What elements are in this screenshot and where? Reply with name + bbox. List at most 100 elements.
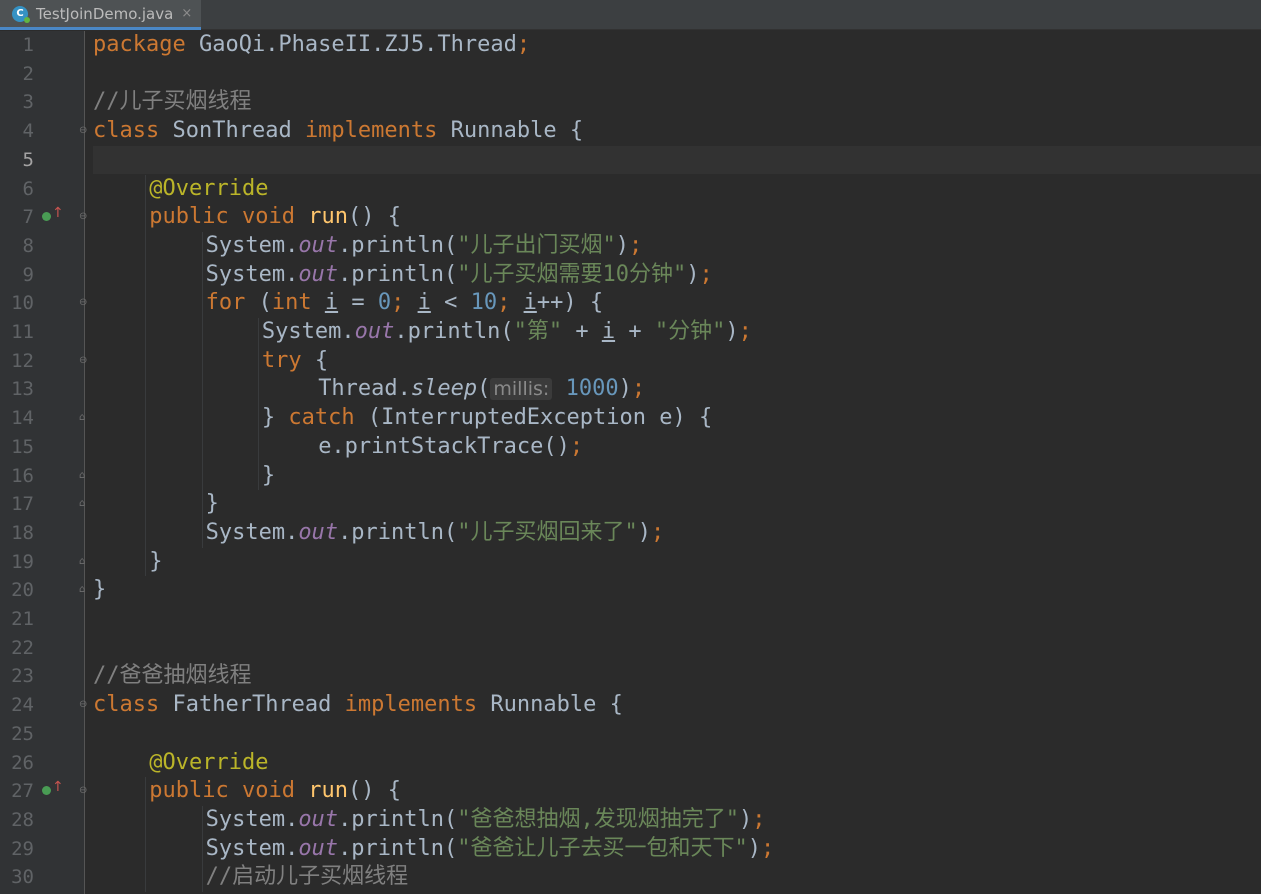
line-number: 28: [11, 808, 34, 831]
fold-end-icon[interactable]: ⌂: [79, 584, 89, 595]
code-line[interactable]: 21: [0, 605, 1261, 634]
code-token: "儿子出门买烟": [457, 232, 616, 258]
line-number: 15: [11, 435, 34, 458]
fold-end-icon[interactable]: ⌂: [79, 412, 89, 423]
code-line[interactable]: 12 ⊖ try {: [0, 347, 1261, 376]
code-token: i: [417, 290, 431, 316]
fold-open-icon[interactable]: ⊖: [79, 211, 89, 222]
code-line[interactable]: 10 ⊖ for (int i = 0; i < 10; i++) {: [0, 289, 1261, 318]
code-line[interactable]: 26 @Override: [0, 749, 1261, 778]
code-line[interactable]: 8 System.out.println("儿子出门买烟");: [0, 232, 1261, 261]
code-token: ): [739, 806, 753, 832]
code-token: public void: [149, 778, 295, 804]
line-number: 10: [11, 292, 34, 315]
code-line[interactable]: 7 ↑ ⊖ public void run() {: [0, 203, 1261, 232]
code-token: System.: [261, 319, 355, 344]
code-line[interactable]: 29 System.out.println("爸爸让儿子去买一包和天下");: [0, 835, 1261, 864]
code-token: "爸爸让儿子去买一包和天下": [457, 835, 748, 861]
code-line[interactable]: 18 System.out.println("儿子买烟回来了");: [0, 519, 1261, 548]
indent-guide: [201, 231, 203, 548]
code-token: out: [298, 806, 339, 832]
code-token: ): [686, 261, 700, 287]
code-line[interactable]: 3 //儿子买烟线程: [0, 88, 1261, 117]
java-class-icon-letter: C: [16, 8, 24, 19]
code-line[interactable]: 19 ⌂}: [0, 548, 1261, 577]
code-line[interactable]: 13 Thread.sleep(millis: 1000);: [0, 375, 1261, 404]
code-line[interactable]: 25: [0, 720, 1261, 749]
code-token: Runnable {: [477, 692, 623, 718]
code-editor[interactable]: 1 package GaoQi.PhaseII.ZJ5.Thread; 2 3//儿子…: [0, 31, 1261, 894]
code-line[interactable]: 30 //启动儿子买烟线程: [0, 863, 1261, 892]
line-number: 12: [11, 349, 34, 372]
code-line[interactable]: 1 package GaoQi.PhaseII.ZJ5.Thread;: [0, 31, 1261, 60]
code-line[interactable]: 17 ⌂}: [0, 490, 1261, 519]
code-token: ): [615, 232, 630, 258]
code-token: ;: [699, 261, 713, 287]
code-token: class: [93, 118, 160, 144]
code-token: ;: [569, 433, 584, 459]
line-number: 22: [11, 636, 34, 659]
code-line[interactable]: 6 @Override: [0, 175, 1261, 204]
code-token: ): [637, 519, 652, 545]
code-text: } catch (InterruptedException e) {: [262, 404, 712, 433]
fold-open-icon[interactable]: ⊖: [79, 699, 89, 710]
tab-title: TestJoinDemo.java: [36, 4, 174, 23]
code-line[interactable]: 5: [0, 145, 1261, 175]
fold-end-icon[interactable]: ⌂: [79, 498, 89, 509]
code-token: GaoQi.PhaseII.ZJ5.Thread: [185, 32, 517, 57]
code-token: "爸爸想抽烟,发现烟抽完了": [457, 806, 740, 832]
code-line[interactable]: 27 ↑ ⊖ public void run() {: [0, 777, 1261, 806]
code-token: System.: [205, 261, 299, 287]
fold-end-icon[interactable]: ⌂: [79, 470, 89, 481]
fold-open-icon[interactable]: ⊖: [79, 297, 89, 308]
code-line[interactable]: 16 ⌂}: [0, 462, 1261, 491]
override-method-icon[interactable]: ↑: [42, 206, 64, 224]
code-token: ;: [516, 32, 531, 57]
code-line[interactable]: 11 System.out.println("第" + i + "分钟");: [0, 318, 1261, 347]
code-token: ): [747, 835, 762, 861]
code-token: ;: [631, 376, 646, 402]
code-text: }: [206, 490, 219, 519]
code-token: sleep: [410, 376, 478, 402]
code-token: Thread.: [318, 376, 411, 402]
code-line[interactable]: 24 ⊖ class FatherThread implements Runnabl…: [0, 691, 1261, 720]
code-token: @Override: [149, 175, 269, 201]
code-line[interactable]: 23 //爸爸抽烟线程: [0, 662, 1261, 691]
fold-end-icon[interactable]: ⌂: [79, 556, 89, 567]
line-number: 25: [11, 722, 34, 745]
code-token: FatherThread: [159, 692, 345, 718]
java-class-icon: C: [12, 5, 30, 23]
fold-open-icon[interactable]: ⊖: [79, 355, 89, 366]
code-text: package GaoQi.PhaseII.ZJ5.Thread;: [93, 31, 530, 60]
code-line[interactable]: 15 e.printStackTrace();: [0, 433, 1261, 462]
code-token: //爸爸抽烟线程: [93, 663, 252, 689]
code-token: out: [298, 835, 339, 861]
close-icon[interactable]: ×: [181, 6, 192, 21]
fold-open-icon[interactable]: ⊖: [79, 785, 89, 796]
code-line[interactable]: 4 ⊖ class SonThread implements Runnable {: [0, 117, 1261, 146]
code-text: }: [93, 576, 106, 605]
fold-open-icon[interactable]: ⊖: [79, 125, 89, 136]
code-token: catch: [288, 405, 355, 431]
code-line[interactable]: 14 ⌂} catch (InterruptedException e) {: [0, 404, 1261, 433]
code-text: //启动儿子买烟线程: [206, 863, 409, 892]
tab-testjoindemo[interactable]: C TestJoinDemo.java ×: [0, 0, 201, 30]
code-line[interactable]: 22: [0, 634, 1261, 663]
code-line[interactable]: 28 System.out.println("爸爸想抽烟,发现烟抽完了");: [0, 806, 1261, 835]
line-number: 21: [11, 608, 34, 630]
override-method-icon[interactable]: ↑: [42, 780, 64, 798]
code-token: out: [298, 232, 339, 258]
code-line[interactable]: 2: [0, 60, 1261, 89]
code-line[interactable]: 9 System.out.println("儿子买烟需要10分钟");: [0, 261, 1261, 290]
code-token: class: [93, 692, 160, 718]
code-token: ;: [629, 232, 643, 258]
code-token: }: [205, 491, 219, 517]
code-token: 10: [470, 290, 498, 316]
code-token: (: [245, 290, 272, 316]
code-token: out: [354, 319, 395, 344]
code-line[interactable]: 20 ⌂}: [0, 576, 1261, 605]
current-line-highlight: [93, 145, 1261, 175]
